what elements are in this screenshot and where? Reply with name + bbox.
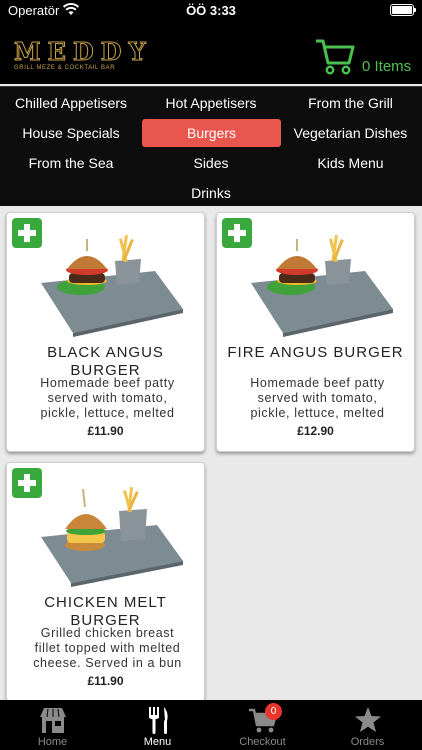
tab-label: Menu	[143, 736, 172, 748]
logo-subtitle: GRILL MEZE & COCKTAIL BAR	[14, 65, 116, 71]
star-icon	[355, 707, 381, 732]
category-from-the-sea[interactable]: From the Sea	[2, 149, 140, 177]
bottom-tab-bar: Home Menu 0 Checkout Orders	[0, 700, 422, 750]
product-name: CHICKEN MELT BURGER	[44, 594, 167, 629]
status-bar: Operatör ÖÖ 3:33	[0, 0, 422, 22]
category-sides[interactable]: Sides	[141, 149, 281, 177]
category-nav: Chilled Appetisers Hot Appetisers From t…	[0, 86, 422, 206]
add-to-cart-button[interactable]	[12, 468, 42, 498]
fork-knife-icon	[149, 707, 168, 734]
product-description: Grilled chicken breast fillet topped wit…	[33, 626, 182, 670]
tab-menu[interactable]: Menu	[105, 700, 210, 750]
battery-icon	[390, 4, 416, 16]
tab-label: Orders	[350, 736, 385, 748]
product-price: £11.90	[87, 674, 124, 688]
product-price: £11.90	[87, 424, 124, 438]
category-from-the-grill[interactable]: From the Grill	[281, 89, 420, 117]
product-description: Homemade beef patty served with tomato, …	[40, 376, 175, 420]
tab-label: Home	[37, 736, 68, 748]
product-name: BLACK ANGUS BURGER	[47, 344, 164, 379]
product-card[interactable]: BLACK ANGUS BURGER Homemade beef patty s…	[6, 212, 205, 452]
cart-badge: 0	[265, 703, 282, 720]
clock: ÖÖ 3:33	[186, 3, 236, 18]
product-name: FIRE ANGUS BURGER	[227, 344, 404, 361]
product-description: Homemade beef patty served with tomato, …	[250, 376, 385, 420]
burger-image	[41, 235, 183, 337]
app-header: MEDDY GRILL MEZE & COCKTAIL BAR 0 Items	[0, 22, 422, 84]
cart-icon[interactable]	[314, 36, 356, 76]
category-house-specials[interactable]: House Specials	[2, 119, 140, 147]
tab-label: Checkout	[239, 736, 286, 748]
product-card[interactable]: FIRE ANGUS BURGER Homemade beef patty se…	[216, 212, 415, 452]
tab-checkout[interactable]: 0 Checkout	[210, 700, 315, 750]
category-drinks[interactable]: Drinks	[141, 179, 281, 207]
category-kids-menu[interactable]: Kids Menu	[281, 149, 420, 177]
add-to-cart-button[interactable]	[222, 218, 252, 248]
add-to-cart-button[interactable]	[12, 218, 42, 248]
burger-image	[41, 487, 183, 587]
category-hot-appetisers[interactable]: Hot Appetisers	[141, 89, 281, 117]
logo-text: MEDDY	[14, 37, 153, 66]
burger-image	[251, 235, 393, 337]
category-burgers[interactable]: Burgers	[142, 119, 281, 147]
store-icon	[40, 708, 66, 733]
category-vegetarian-dishes[interactable]: Vegetarian Dishes	[281, 119, 420, 147]
tab-home[interactable]: Home	[0, 700, 105, 750]
product-price: £12.90	[297, 424, 334, 438]
restaurant-logo[interactable]: MEDDY GRILL MEZE & COCKTAIL BAR	[14, 37, 153, 74]
cart-count-label[interactable]: 0 Items	[362, 58, 411, 75]
tab-orders[interactable]: Orders	[315, 700, 420, 750]
product-card[interactable]: CHICKEN MELT BURGER Grilled chicken brea…	[6, 462, 205, 702]
category-chilled-appetisers[interactable]: Chilled Appetisers	[2, 89, 140, 117]
